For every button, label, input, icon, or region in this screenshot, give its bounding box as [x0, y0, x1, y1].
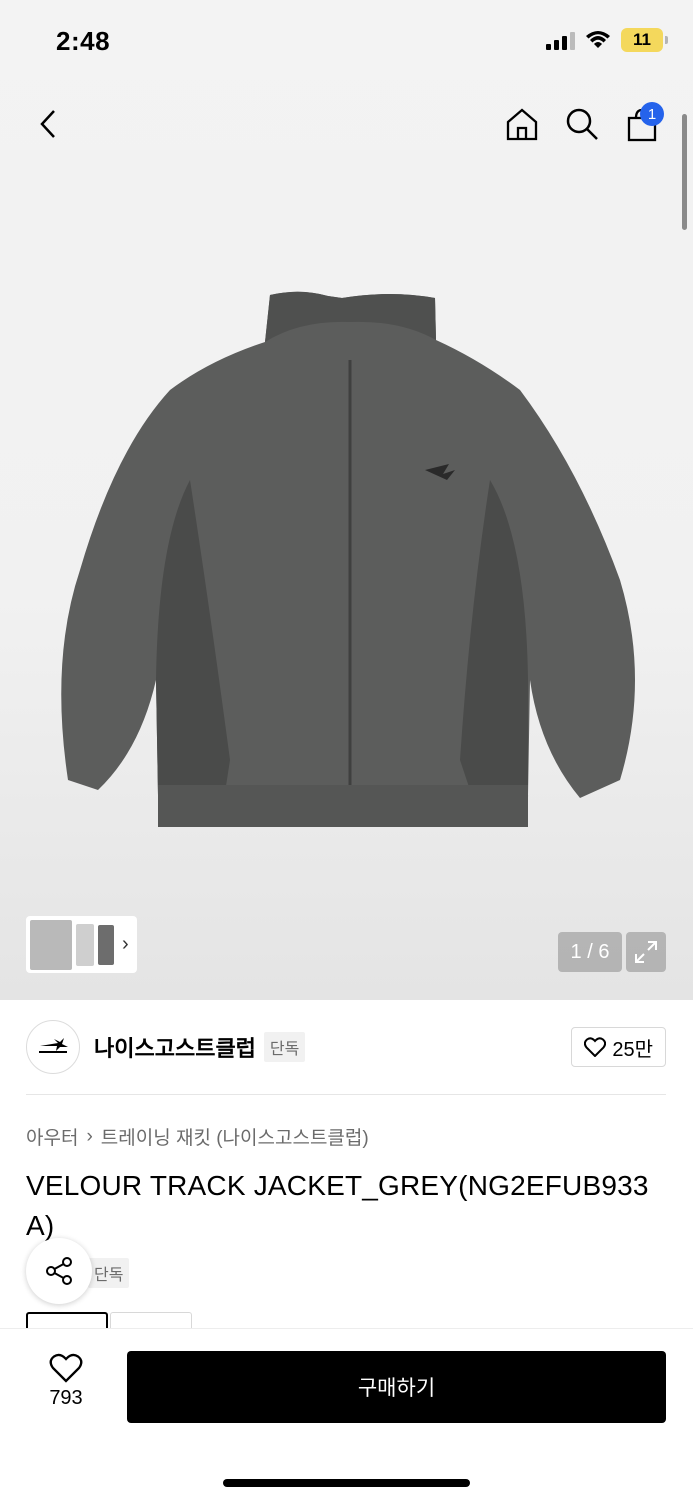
share-button[interactable] — [26, 1238, 92, 1304]
share-icon — [46, 1257, 72, 1285]
thumbnail-2[interactable] — [76, 923, 94, 966]
page-counter: 1 / 6 — [558, 932, 622, 972]
scroll-indicator — [682, 114, 687, 230]
home-indicator — [223, 1479, 470, 1487]
divider — [26, 1094, 666, 1095]
bottom-bar: 793 구매하기 — [0, 1328, 693, 1500]
brand-name[interactable]: 나이스고스트클럽 — [94, 1031, 256, 1063]
heart-icon — [584, 1037, 607, 1057]
brand-row: 나이스고스트클럽 단독 25만 — [26, 1020, 666, 1074]
top-nav: 1 — [0, 96, 693, 156]
breadcrumb-category[interactable]: 아우터 — [26, 1123, 78, 1150]
search-button[interactable] — [558, 96, 606, 152]
brand-like-count: 25만 — [612, 1038, 653, 1061]
brand-logo[interactable] — [26, 1020, 80, 1074]
exclusive-badge: 단독 — [88, 1258, 130, 1288]
cart-badge: 1 — [640, 102, 664, 126]
battery-icon: 11 — [621, 28, 668, 52]
expand-button[interactable] — [626, 932, 666, 972]
status-bar: 2:48 11 — [0, 0, 693, 80]
chevron-right-icon[interactable]: › — [122, 933, 129, 956]
breadcrumb-chevron-icon: › — [86, 1125, 93, 1147]
status-icons: 11 — [546, 28, 668, 52]
status-time: 2:48 — [56, 26, 111, 56]
thumbnail-1[interactable] — [30, 919, 72, 970]
back-button[interactable] — [24, 96, 72, 152]
breadcrumb: 아우터 › 트레이닝 재킷 (나이스고스트클럽) — [26, 1123, 369, 1150]
signal-icon — [546, 30, 575, 50]
exclusive-tag: 단독 — [263, 1032, 306, 1062]
wifi-icon — [586, 31, 610, 48]
expand-icon — [635, 941, 657, 963]
breadcrumb-subcategory[interactable]: 트레이닝 재킷 (나이스고스트클럽) — [101, 1123, 369, 1150]
home-button[interactable] — [498, 96, 546, 152]
home-icon — [506, 108, 538, 141]
thumbnail-3[interactable] — [98, 924, 114, 965]
buy-button[interactable]: 구매하기 — [127, 1351, 666, 1423]
cart-button[interactable]: 1 — [618, 96, 666, 152]
search-icon — [566, 108, 598, 140]
brand-like-button[interactable]: 25만 — [571, 1027, 666, 1067]
heart-icon — [49, 1353, 83, 1383]
battery-level: 11 — [633, 30, 651, 49]
product-image — [61, 291, 635, 827]
wishlist-button[interactable]: 793 — [26, 1353, 106, 1410]
chevron-left-icon — [40, 110, 55, 138]
brand-logo-mark — [39, 1038, 68, 1053]
wishlist-count: 793 — [49, 1387, 83, 1409]
product-title: VELOUR TRACK JACKET_GREY(NG2EFUB933A) — [26, 1170, 649, 1241]
thumbnail-strip[interactable]: › — [26, 916, 137, 973]
